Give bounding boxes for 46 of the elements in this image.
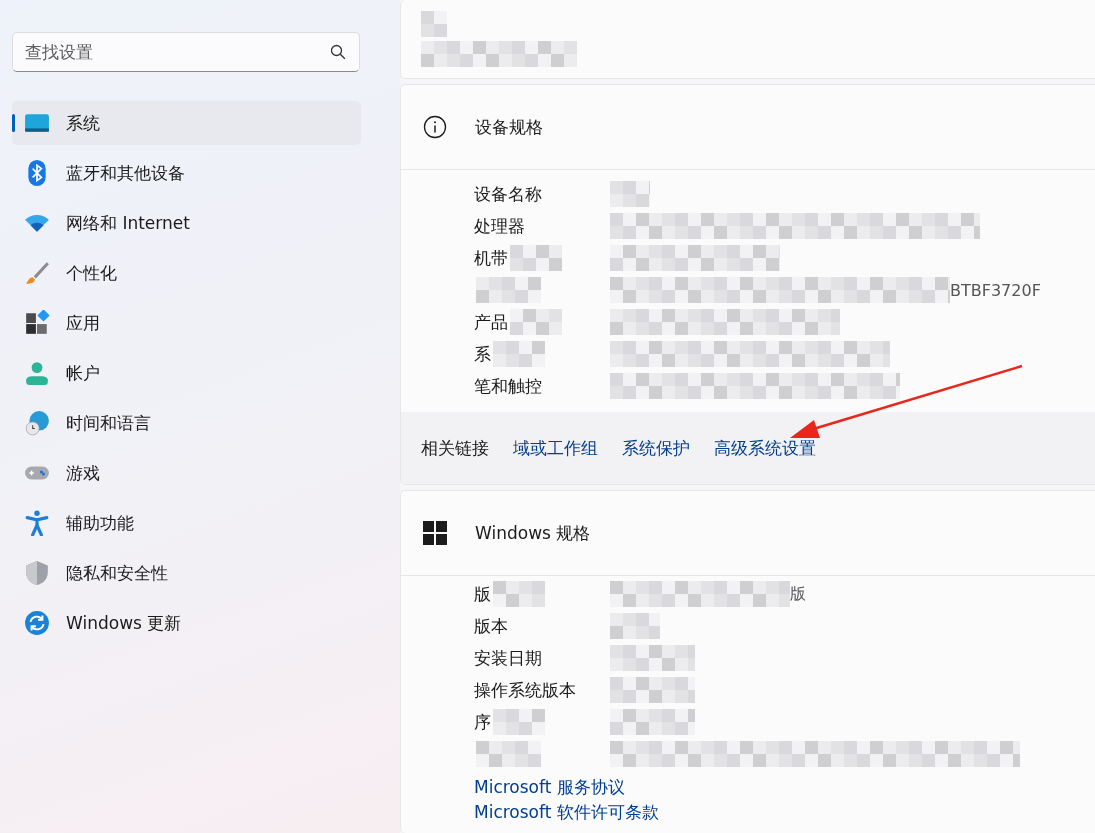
spec-label: 笔和触控 (474, 374, 542, 398)
spec-label: 安装日期 (474, 646, 542, 670)
related-link[interactable]: 系统保护 (622, 436, 690, 460)
windows-logo-icon (423, 521, 447, 545)
sidebar-item[interactable]: Windows 更新 (12, 601, 361, 645)
spec-label: 处理器 (474, 214, 525, 238)
spec-value: 版 (790, 583, 806, 605)
sidebar-item[interactable]: 应用 (12, 301, 361, 345)
spec-label: 系 (474, 342, 491, 366)
spec-label: 序 (474, 710, 491, 734)
spec-label: 机带 (474, 246, 508, 270)
accessibility-icon (24, 510, 50, 536)
globe-clock-icon (24, 410, 50, 436)
search-field[interactable]: 查找设置 (12, 32, 360, 72)
spec-label: 版本 (474, 614, 508, 638)
related-link[interactable]: 域或工作组 (513, 436, 598, 460)
refresh-icon (24, 610, 50, 636)
apps-icon (24, 310, 50, 336)
spec-label: 产品 (474, 310, 508, 334)
related-link[interactable]: 高级系统设置 (714, 436, 816, 460)
section-title: Windows 规格 (475, 521, 591, 545)
sidebar-item[interactable]: 隐私和安全性 (12, 551, 361, 595)
section-title: 设备规格 (475, 115, 543, 139)
license-link[interactable]: Microsoft 服务协议 (474, 776, 1095, 799)
sidebar-item[interactable]: 时间和语言 (12, 401, 361, 445)
spec-label: 版 (474, 582, 491, 606)
info-icon (423, 115, 447, 139)
spec-label: 操作系统版本 (474, 678, 576, 702)
person-icon (24, 360, 50, 386)
sidebar-item[interactable]: 游戏 (12, 451, 361, 495)
pixelation-blur (421, 11, 447, 37)
sidebar-item[interactable]: 个性化 (12, 251, 361, 295)
license-link[interactable]: Microsoft 软件许可条款 (474, 801, 1095, 824)
related-links-label: 相关链接 (421, 436, 489, 460)
paintbrush-icon (24, 260, 50, 286)
spec-label: 设备名称 (474, 182, 542, 206)
sidebar-item[interactable]: 蓝牙和其他设备 (12, 151, 361, 195)
spec-value: BTBF3720F (950, 280, 1041, 300)
pixelation-blur (610, 181, 650, 207)
search-icon (330, 44, 346, 60)
sidebar-item[interactable]: 辅助功能 (12, 501, 361, 545)
pixelation-blur (610, 613, 660, 639)
sidebar-item[interactable]: 网络和 Internet (12, 201, 361, 245)
sidebar-item[interactable]: 系统 (12, 101, 361, 145)
sidebar-item[interactable]: 帐户 (12, 351, 361, 395)
shield-icon (24, 560, 50, 586)
